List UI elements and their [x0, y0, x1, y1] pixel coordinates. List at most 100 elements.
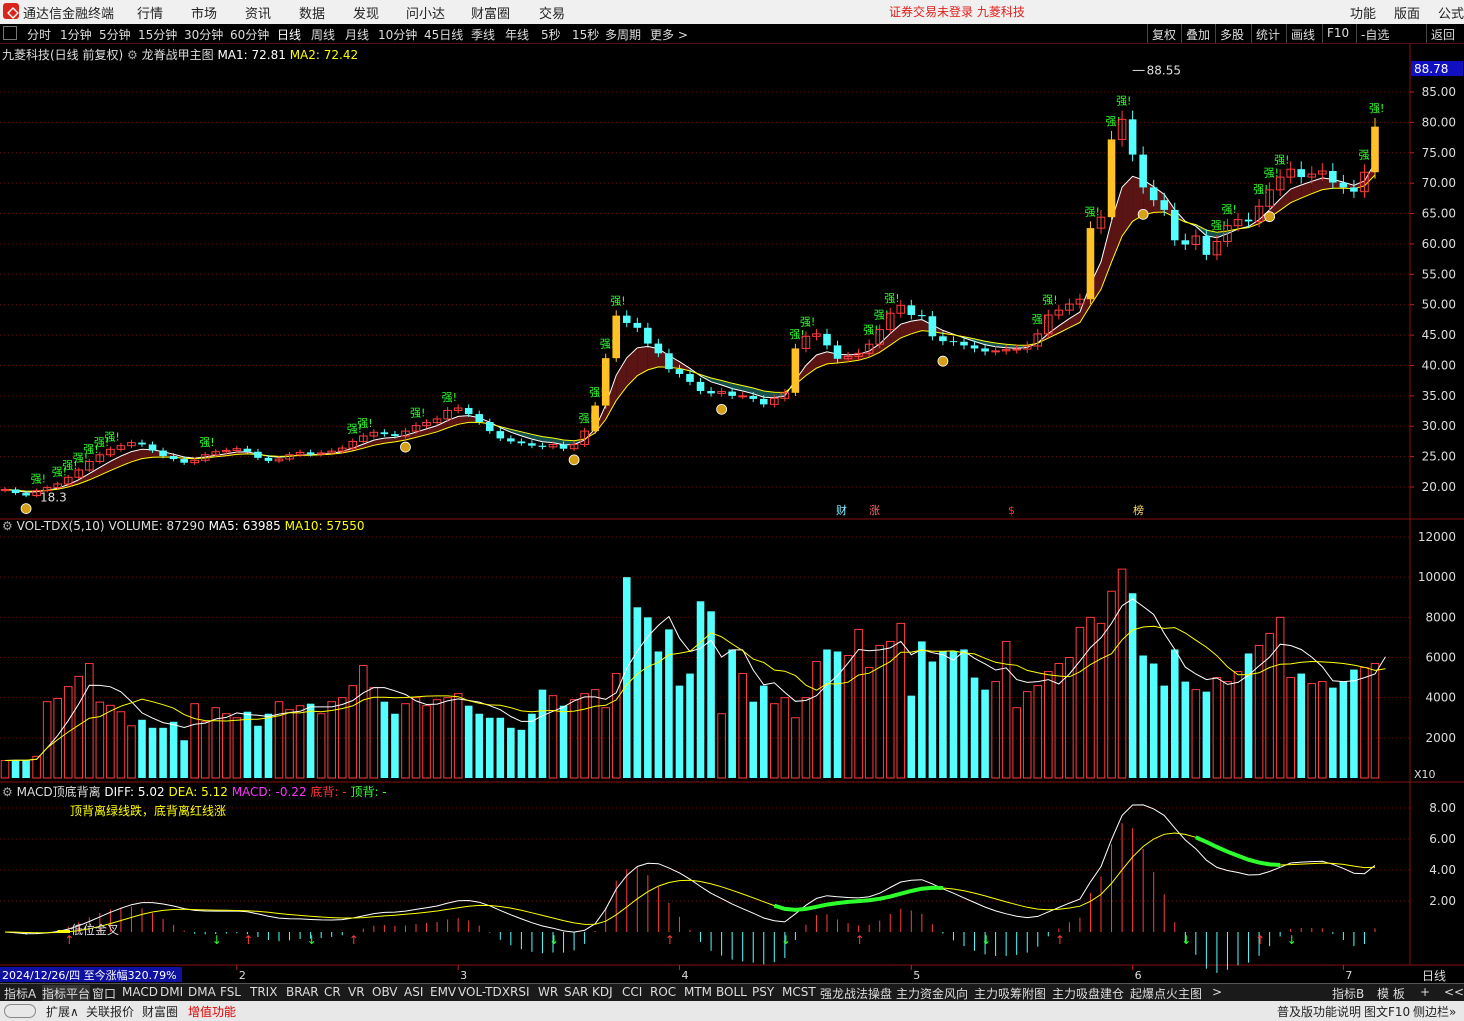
indicator-tab[interactable]: 主力吸盘建仓	[1052, 985, 1124, 1002]
indicator-tab[interactable]: WR	[538, 985, 558, 999]
adjust-button[interactable]: 复权	[1147, 24, 1180, 43]
indicator-tab[interactable]: 主力吸筹附图	[974, 985, 1046, 1002]
kline-chart[interactable]: 20.00 25.00 30.00 35.00 40.00 45.00 50.00 55.00…	[0, 44, 1464, 983]
indicator-tab[interactable]: VOL-TDX	[458, 985, 510, 999]
indicator-tab[interactable]: KDJ	[592, 985, 613, 999]
value-added-button[interactable]: 增值功能	[188, 1003, 236, 1020]
sidebar-toggle[interactable]: 侧边栏»	[1413, 1003, 1456, 1020]
window-square-icon[interactable]	[3, 26, 17, 40]
menu-item-function[interactable]: 功能	[1350, 3, 1376, 22]
tabs-scroll-right-icon[interactable]: >	[1212, 985, 1222, 999]
menu-item-layout[interactable]: 版面	[1394, 3, 1420, 22]
indicator-tab[interactable]: DMA	[188, 985, 216, 999]
period-tab-active[interactable]: 日线	[277, 26, 301, 43]
indicator-tab[interactable]: EMV	[430, 985, 456, 999]
indicator-tab[interactable]: CR	[324, 985, 341, 999]
period-tab[interactable]: 5秒	[541, 26, 561, 43]
overlay-button[interactable]: 叠加	[1181, 24, 1214, 43]
volume-bar	[981, 689, 989, 778]
volume-bar	[507, 727, 515, 778]
indicator-tab[interactable]: CCI	[622, 985, 642, 999]
indicator-tab[interactable]: ASI	[404, 985, 423, 999]
buy-coin-icon	[1264, 211, 1276, 223]
period-tab[interactable]: 5分钟	[99, 26, 131, 43]
period-tab[interactable]: 60分钟	[230, 26, 269, 43]
strong-signal-label: 强!	[1084, 205, 1099, 218]
wealth-circle-button[interactable]: 财富圈	[142, 1003, 178, 1020]
volume-bar	[159, 727, 167, 778]
toggle-switch-icon[interactable]	[4, 1004, 36, 1018]
login-status[interactable]: 证券交易未登录 九菱科技	[889, 3, 1025, 20]
indicator-label[interactable]: 龙脊战甲主图	[142, 48, 214, 62]
indicator-tab[interactable]: FSL	[220, 985, 241, 999]
settings-gear-icon[interactable]: ⚙	[2, 785, 13, 799]
indicator-tab[interactable]: MACD	[122, 985, 158, 999]
settings-gear-icon[interactable]: ⚙	[127, 48, 138, 62]
back-button[interactable]: 返回	[1426, 24, 1459, 43]
volume-indicator-label[interactable]: VOL-TDX(5,10)	[17, 519, 105, 533]
indicator-tab[interactable]: 指标A	[4, 985, 36, 1002]
indicator-tab[interactable]: 主力资金风向	[896, 985, 968, 1002]
indicator-tab[interactable]: SAR	[564, 985, 588, 999]
period-tab[interactable]: 10分钟	[378, 26, 417, 43]
indicator-tab[interactable]: 强龙战法操盘	[820, 985, 892, 1002]
statistics-button[interactable]: 统计	[1251, 24, 1284, 43]
menu-item-news[interactable]: 资讯	[245, 3, 271, 22]
menu-item-ask[interactable]: 问小达	[406, 3, 445, 22]
multi-stock-button[interactable]: 多股	[1215, 24, 1248, 43]
tab-right-button[interactable]: 指标B	[1332, 985, 1364, 1002]
tab-right-button[interactable]: <<	[1444, 985, 1464, 999]
more-periods-button[interactable]: 更多 >	[650, 26, 688, 43]
period-tab[interactable]: 月线	[345, 26, 369, 43]
indicator-tab[interactable]: RSI	[510, 985, 530, 999]
indicator-tab[interactable]: ROC	[650, 985, 676, 999]
menu-item-formula[interactable]: 公式	[1438, 3, 1464, 22]
menu-item-market[interactable]: 市场	[191, 3, 217, 22]
draw-line-button[interactable]: 画线	[1286, 24, 1319, 43]
menu-item-wealth[interactable]: 财富圈	[471, 3, 510, 22]
watchlist-button[interactable]: -自选	[1356, 24, 1393, 43]
indicator-tab[interactable]: PSY	[752, 985, 774, 999]
period-tab[interactable]: 45日线	[424, 26, 463, 43]
candle-body	[612, 315, 621, 359]
tab-right-button[interactable]: +	[1420, 985, 1430, 999]
indicator-tab[interactable]: 窗口	[92, 985, 116, 1002]
period-tab[interactable]: 15秒	[572, 26, 599, 43]
indicator-tab[interactable]: 起爆点火主图	[1130, 985, 1202, 1002]
volume-bar	[960, 649, 968, 778]
menu-item-data[interactable]: 数据	[299, 3, 325, 22]
expand-button[interactable]: 扩展∧	[46, 1003, 79, 1020]
indicator-tab[interactable]: MCST	[782, 985, 816, 999]
indicator-tab[interactable]: OBV	[372, 985, 398, 999]
period-tab[interactable]: 多周期	[605, 26, 641, 43]
settings-gear-icon[interactable]: ⚙	[2, 519, 13, 533]
volume-bar	[528, 713, 536, 778]
menu-item-discover[interactable]: 发现	[353, 3, 379, 22]
indicator-tab[interactable]: TRIX	[250, 985, 277, 999]
period-tab[interactable]: 分时	[27, 26, 51, 43]
macd-indicator-label[interactable]: MACD顶底背离	[17, 785, 101, 799]
period-tab[interactable]: 周线	[311, 26, 335, 43]
edition-info-link[interactable]: 普及版功能说明	[1277, 1003, 1361, 1020]
diff-line	[4, 804, 1376, 935]
tab-right-button[interactable]: 模 板	[1377, 985, 1405, 1002]
period-tab[interactable]: 季线	[471, 26, 495, 43]
macd-value-label: MACD: -0.22	[231, 785, 307, 799]
indicator-tab[interactable]: DMI	[160, 985, 183, 999]
related-quotes-button[interactable]: 关联报价	[86, 1003, 134, 1020]
f10-text-link[interactable]: 图文F10	[1364, 1003, 1410, 1020]
f10-button[interactable]: F10	[1322, 24, 1353, 43]
volume-bar	[1265, 632, 1274, 779]
menu-item-trade[interactable]: 交易	[539, 3, 565, 22]
period-tab[interactable]: 1分钟	[60, 26, 92, 43]
indicator-tab[interactable]: BOLL	[716, 985, 747, 999]
indicator-tab[interactable]: 指标平台	[42, 985, 91, 1002]
period-tab[interactable]: 30分钟	[184, 26, 223, 43]
period-tab[interactable]: 15分钟	[138, 26, 177, 43]
candle-body	[1297, 169, 1306, 178]
indicator-tab[interactable]: VR	[348, 985, 365, 999]
menu-item-quotes[interactable]: 行情	[137, 3, 163, 22]
period-tab[interactable]: 年线	[505, 26, 529, 43]
indicator-tab[interactable]: MTM	[684, 985, 712, 999]
indicator-tab[interactable]: BRAR	[286, 985, 319, 999]
